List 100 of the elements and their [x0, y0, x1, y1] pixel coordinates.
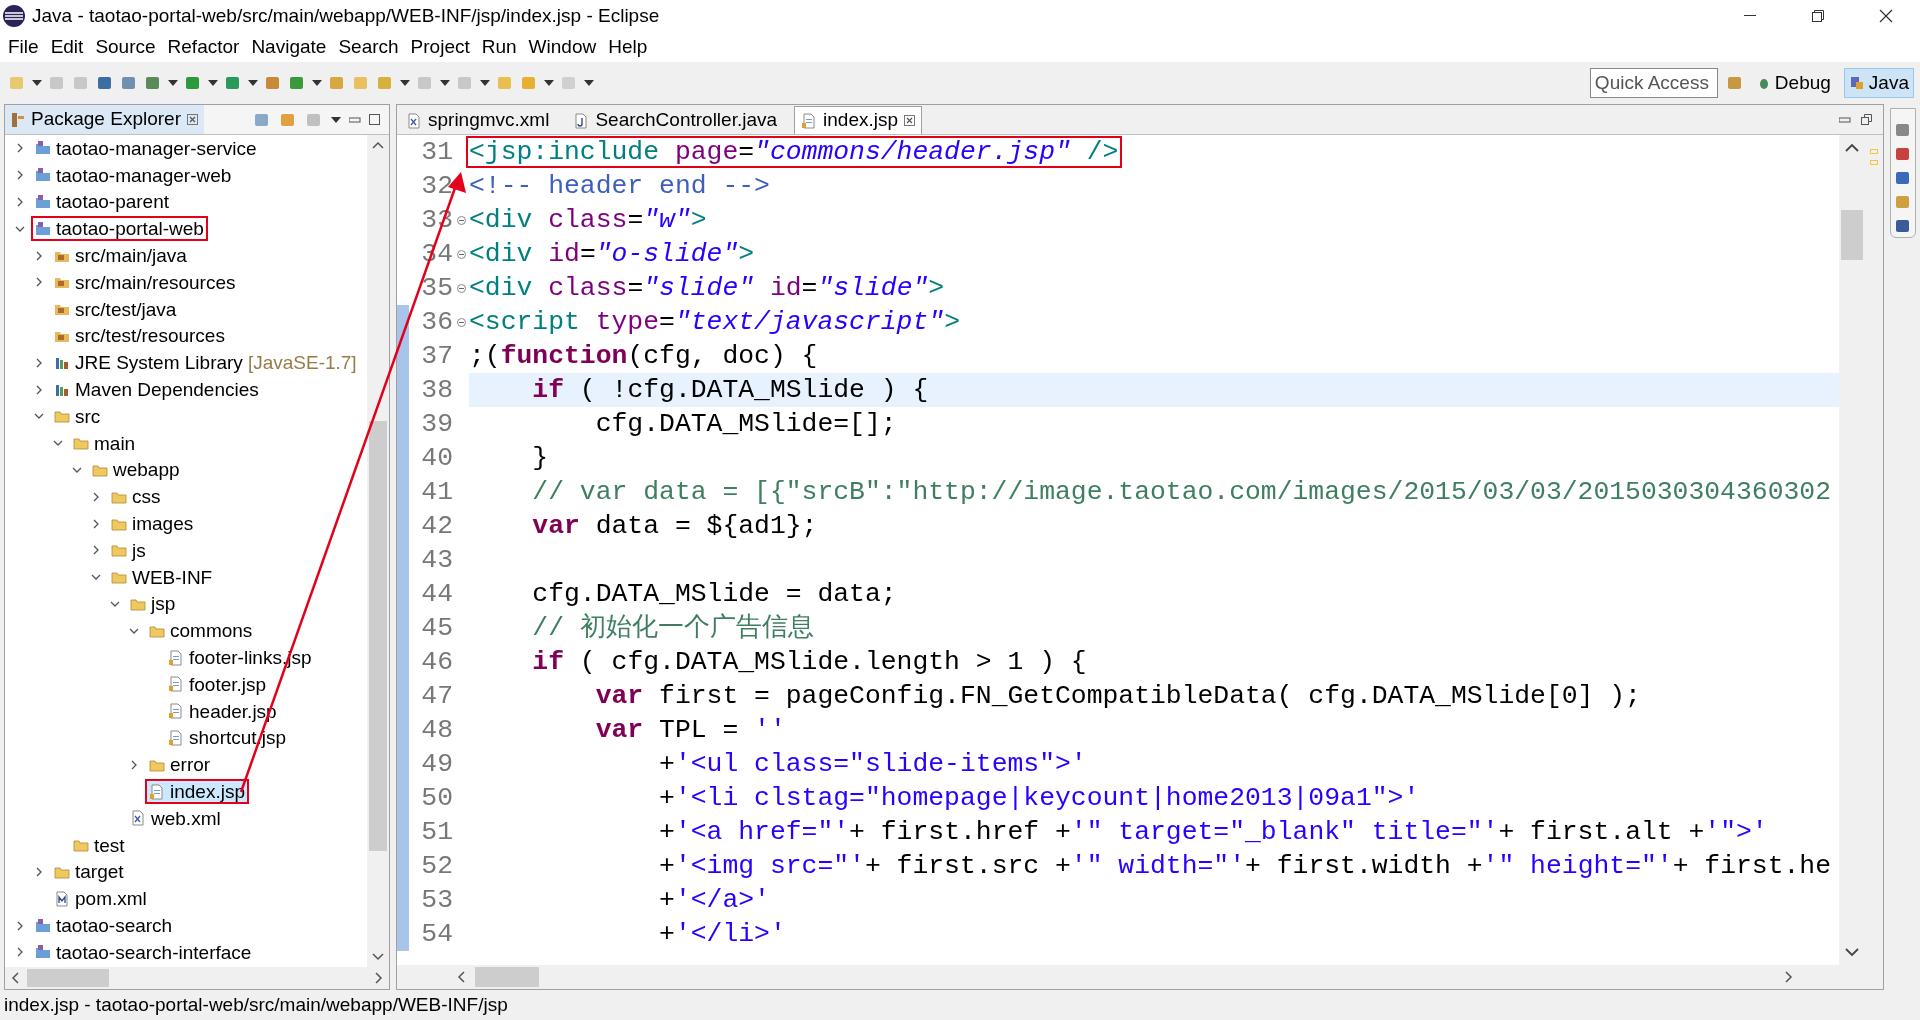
folder-icon	[73, 435, 89, 452]
caret-icon[interactable]	[208, 80, 218, 86]
menu-item[interactable]: Run	[475, 32, 523, 62]
scroll-right-icon[interactable]	[375, 972, 383, 984]
chevron-right-icon[interactable]	[15, 197, 25, 207]
chevron-right-icon[interactable]	[34, 384, 44, 395]
tree-item[interactable]: error	[145, 752, 215, 778]
chevron-right-icon[interactable]	[15, 947, 25, 958]
caret-icon[interactable]	[584, 80, 594, 86]
tree-item[interactable]: footer.jsp	[164, 671, 271, 697]
tree-item[interactable]: pom.xml	[50, 886, 151, 912]
chevron-right-icon[interactable]	[129, 759, 139, 770]
caret-icon[interactable]	[440, 80, 450, 86]
tree-item[interactable]: src/test/java	[50, 296, 181, 322]
chevron-right-icon[interactable]	[91, 518, 101, 529]
chevron-right-icon[interactable]	[91, 491, 101, 502]
tree-item[interactable]: src/main/resources	[50, 269, 240, 295]
window-title: Java - taotao-portal-web/src/main/webapp/WEB-INF/jsp/index.jsp - Eclipse	[32, 3, 660, 28]
fold-icon[interactable]	[456, 283, 466, 293]
fold-icon[interactable]	[456, 249, 466, 259]
tree-item[interactable]: commons	[145, 618, 257, 644]
caret-icon[interactable]	[168, 80, 178, 86]
menu-item[interactable]: Window	[522, 32, 603, 62]
chevron-right-icon[interactable]	[34, 357, 44, 368]
tree-item[interactable]: index.jsp	[145, 779, 249, 804]
code-line: <div class="slide" id="slide">	[468, 272, 946, 304]
menu-item[interactable]: Project	[404, 32, 476, 62]
caret-icon[interactable]	[248, 80, 258, 86]
chevron-right-icon[interactable]	[15, 920, 25, 931]
tree-item[interactable]: images	[107, 511, 198, 537]
minimize-icon[interactable]	[1839, 114, 1851, 125]
tree-item[interactable]: taotao-search	[31, 913, 177, 938]
scroll-left-icon[interactable]	[457, 971, 465, 983]
scroll-left-icon[interactable]	[11, 972, 19, 984]
tree-item[interactable]: taotao-parent	[31, 189, 174, 215]
tree-item[interactable]: JRE System Library [JavaSE-1.7]	[50, 350, 361, 376]
chevron-right-icon[interactable]	[15, 170, 25, 181]
perspective-button[interactable]: Debug	[1751, 68, 1836, 98]
chevron-right-icon[interactable]	[34, 250, 44, 261]
quick-access-field[interactable]: Quick Access	[1589, 68, 1718, 98]
caret-icon[interactable]	[32, 80, 42, 86]
editor-tab[interactable]: index.jsp	[794, 106, 923, 134]
menu-item[interactable]: File	[2, 32, 45, 62]
menu-item[interactable]: Refactor	[161, 32, 246, 62]
tree-item[interactable]: test	[69, 832, 129, 858]
tree-item[interactable]: Maven Dependencies	[50, 377, 263, 403]
maximize-icon[interactable]	[369, 113, 381, 126]
perspective-button[interactable]: Java	[1843, 68, 1914, 98]
folder-icon	[73, 837, 89, 854]
caret-icon[interactable]	[544, 80, 554, 86]
scroll-down-icon[interactable]	[1845, 948, 1859, 957]
tree-item[interactable]: taotao-portal-web	[31, 216, 208, 242]
menu-item[interactable]: Help	[602, 32, 654, 62]
vertical-scrollbar[interactable]	[367, 135, 389, 967]
close-icon	[1879, 9, 1893, 23]
menu-item[interactable]: Edit	[44, 32, 90, 62]
chevron-right-icon[interactable]	[91, 545, 101, 556]
restore-icon[interactable]	[1861, 113, 1873, 126]
tree-item[interactable]: src	[50, 403, 105, 429]
menu-item[interactable]: Source	[89, 32, 162, 62]
chevron-right-icon[interactable]	[34, 866, 44, 877]
java-file-icon	[573, 112, 590, 129]
tree-item[interactable]: target	[50, 859, 128, 885]
scrollbar-thumb[interactable]	[369, 421, 387, 851]
tree-item[interactable]: taotao-search-interface	[31, 939, 256, 965]
tree-item[interactable]: src/main/java	[50, 243, 191, 269]
close-icon[interactable]	[186, 114, 198, 125]
scroll-right-icon[interactable]	[1785, 971, 1793, 983]
scroll-up-icon[interactable]	[1845, 143, 1859, 152]
tree-item[interactable]: WEB-INF	[107, 564, 217, 590]
minimize-icon[interactable]	[349, 114, 361, 125]
caret-icon[interactable]	[331, 116, 341, 123]
chevron-right-icon[interactable]	[15, 143, 25, 154]
scrollbar-thumb[interactable]	[27, 969, 109, 987]
scroll-down-icon[interactable]	[372, 953, 384, 961]
caret-icon[interactable]	[400, 80, 410, 86]
menu-item[interactable]: Search	[332, 32, 405, 62]
tree-item[interactable]: main	[69, 430, 140, 456]
scroll-up-icon[interactable]	[372, 141, 384, 149]
chevron-right-icon[interactable]	[34, 277, 44, 288]
menu-item[interactable]: Navigate	[245, 32, 333, 62]
fold-icon[interactable]	[456, 215, 466, 225]
caret-icon[interactable]	[480, 80, 490, 86]
tree-item[interactable]: taotao-manager-web	[31, 162, 236, 188]
tree-item[interactable]: src/test/resources	[50, 323, 229, 349]
tree-item[interactable]: jsp	[126, 591, 180, 617]
tree-item[interactable]: web.xml	[126, 805, 225, 831]
tree-item[interactable]: css	[107, 484, 165, 510]
fold-icon[interactable]	[456, 317, 466, 327]
scrollbar-thumb[interactable]	[1841, 210, 1863, 260]
horizontal-scrollbar[interactable]	[5, 967, 389, 989]
caret-icon[interactable]	[312, 80, 322, 86]
scrollbar-thumb[interactable]	[475, 967, 539, 987]
tree-item[interactable]: taotao-manager-service	[31, 135, 261, 161]
view-tab[interactable]: Package Explorer	[5, 105, 204, 134]
tree-item[interactable]: webapp	[88, 457, 184, 483]
horizontal-scrollbar[interactable]	[397, 965, 1883, 989]
close-icon[interactable]	[904, 115, 916, 126]
tree-item[interactable]: js	[107, 537, 150, 563]
tree-item-label: css	[132, 486, 161, 508]
